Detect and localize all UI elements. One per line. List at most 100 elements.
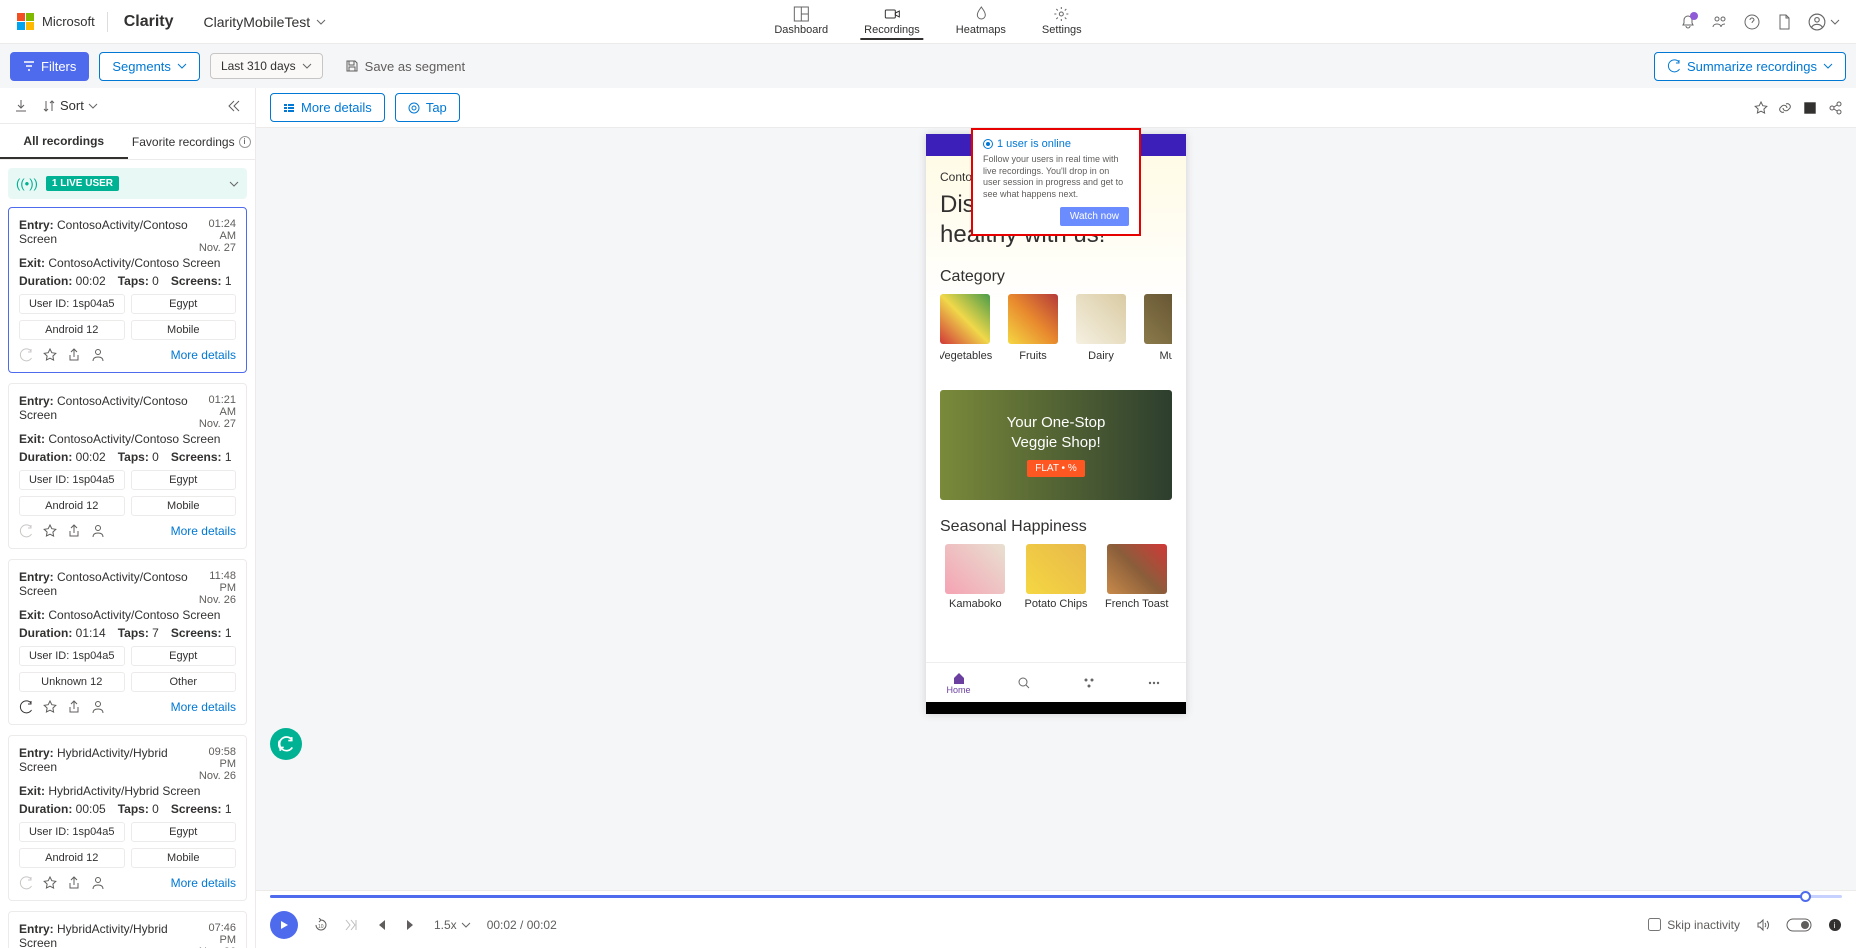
screenshot-button[interactable]	[1802, 100, 1818, 116]
seasonal-heading: Seasonal Happiness	[926, 518, 1186, 536]
help-button[interactable]	[1744, 14, 1760, 30]
chevron-down-icon	[1823, 61, 1833, 71]
prev-button[interactable]	[374, 918, 388, 932]
recording-card[interactable]: Entry: ContosoActivity/Contoso Screen11:…	[8, 559, 247, 725]
category-item[interactable]: Fruits	[1008, 294, 1058, 362]
share-button[interactable]	[1828, 101, 1842, 115]
more-details-link[interactable]: More details	[171, 348, 236, 362]
category-item[interactable]: Dairy	[1076, 294, 1126, 362]
nav-search[interactable]	[991, 663, 1056, 702]
filter-icon	[23, 60, 35, 72]
category-row: Vegetables Fruits Dairy Mur	[940, 294, 1172, 362]
document-button[interactable]	[1776, 14, 1792, 30]
product-item[interactable]: Potato Chips	[1021, 544, 1092, 610]
segments-button[interactable]: Segments	[99, 52, 200, 81]
play-icon	[278, 919, 290, 931]
live-user-row[interactable]: ((•)) 1 LIVE USER	[8, 168, 247, 199]
volume-icon	[1756, 918, 1770, 932]
tab-all-recordings[interactable]: All recordings	[0, 124, 128, 159]
info-button[interactable]: i	[1828, 918, 1842, 932]
play-button[interactable]	[270, 911, 298, 939]
download-button[interactable]	[14, 99, 28, 113]
player-track[interactable]	[256, 891, 1856, 901]
product-item[interactable]: Kamaboko	[940, 544, 1011, 610]
player-time: 00:02 / 00:02	[487, 918, 557, 932]
star-icon[interactable]	[43, 348, 57, 362]
nav-categories[interactable]	[1056, 663, 1121, 702]
watch-now-button[interactable]: Watch now	[1060, 207, 1129, 226]
recording-card[interactable]: Entry: ContosoActivity/Contoso Screen01:…	[8, 383, 247, 549]
recording-chip: User ID: 1sp04a5	[19, 646, 125, 666]
product-row: Kamaboko Potato Chips French Toast	[926, 544, 1186, 610]
recording-chip: Egypt	[131, 294, 237, 314]
user-icon[interactable]	[91, 524, 105, 538]
skip-inactivity-toggle[interactable]: Skip inactivity	[1648, 918, 1740, 932]
team-button[interactable]	[1712, 14, 1728, 30]
product-item[interactable]: French Toast	[1101, 544, 1172, 610]
promo-banner[interactable]: Your One-StopVeggie Shop! FLAT • %	[940, 390, 1172, 500]
more-details-link[interactable]: More details	[171, 700, 236, 714]
star-icon[interactable]	[43, 876, 57, 890]
star-icon[interactable]	[43, 524, 57, 538]
more-details-button[interactable]: More details	[270, 93, 385, 122]
replay-icon[interactable]	[19, 700, 33, 714]
more-details-link[interactable]: More details	[171, 876, 236, 890]
tab-favorite-recordings[interactable]: Favorite recordingsi	[128, 124, 256, 159]
tap-button[interactable]: Tap	[395, 93, 460, 122]
callout-body: Follow your users in real time with live…	[983, 154, 1129, 201]
share-icon[interactable]	[67, 876, 81, 890]
rewind-10-button[interactable]: 10	[314, 918, 328, 932]
chevron-down-icon	[461, 920, 471, 930]
share-icon[interactable]	[67, 524, 81, 538]
summarize-button[interactable]: Summarize recordings	[1654, 52, 1846, 81]
home-icon	[952, 671, 966, 685]
share-icon[interactable]	[67, 700, 81, 714]
user-icon[interactable]	[91, 348, 105, 362]
star-icon[interactable]	[43, 700, 57, 714]
speed-selector[interactable]: 1.5x	[434, 918, 471, 932]
tab-dashboard[interactable]: Dashboard	[770, 4, 832, 38]
link-button[interactable]	[1778, 101, 1792, 115]
account-button[interactable]	[1808, 13, 1840, 31]
sort-button[interactable]: Sort	[42, 98, 98, 113]
more-details-link[interactable]: More details	[171, 524, 236, 538]
info-icon: i	[1828, 918, 1842, 932]
user-icon[interactable]	[91, 700, 105, 714]
divider	[107, 12, 108, 32]
recording-card[interactable]: Entry: HybridActivity/Hybrid Screen07:46…	[8, 911, 247, 948]
recording-card[interactable]: Entry: ContosoActivity/Contoso Screen01:…	[8, 207, 247, 373]
product-image	[1107, 544, 1167, 594]
project-selector[interactable]: ClarityMobileTest	[204, 14, 327, 30]
notifications-button[interactable]	[1680, 14, 1696, 30]
date-range-chip[interactable]: Last 310 days	[210, 53, 323, 79]
skip-inactivity-checkbox[interactable]	[1648, 918, 1661, 931]
replay-icon[interactable]	[19, 524, 33, 538]
user-icon[interactable]	[91, 876, 105, 890]
nav-more[interactable]	[1121, 663, 1186, 702]
player-bar: 10 1.5x 00:02 / 00:02 Skip inactivity i	[256, 890, 1856, 948]
tab-settings[interactable]: Settings	[1038, 4, 1086, 38]
chevron-down-icon	[302, 61, 312, 71]
replay-icon[interactable]	[19, 876, 33, 890]
toggle-switch[interactable]	[1786, 918, 1812, 932]
volume-button[interactable]	[1756, 918, 1770, 932]
track-thumb[interactable]	[1800, 891, 1811, 902]
nav-home[interactable]: Home	[926, 663, 991, 702]
collapse-sidebar-button[interactable]	[227, 99, 241, 113]
chevron-down-icon	[316, 17, 326, 27]
replay-icon[interactable]	[19, 348, 33, 362]
share-icon[interactable]	[67, 348, 81, 362]
tab-recordings[interactable]: Recordings	[860, 4, 924, 40]
skip-button[interactable]	[344, 918, 358, 932]
recording-chip: Android 12	[19, 496, 125, 516]
category-item[interactable]: Mur	[1144, 294, 1172, 362]
recording-card[interactable]: Entry: HybridActivity/Hybrid Screen09:58…	[8, 735, 247, 901]
tab-heatmaps[interactable]: Heatmaps	[952, 4, 1010, 38]
category-item[interactable]: Vegetables	[940, 294, 990, 362]
filters-button[interactable]: Filters	[10, 52, 89, 81]
prev-icon	[374, 918, 388, 932]
next-button[interactable]	[404, 918, 418, 932]
favorite-button[interactable]	[1754, 101, 1768, 115]
save-segment-button[interactable]: Save as segment	[333, 53, 477, 80]
heatmaps-icon	[973, 6, 989, 22]
